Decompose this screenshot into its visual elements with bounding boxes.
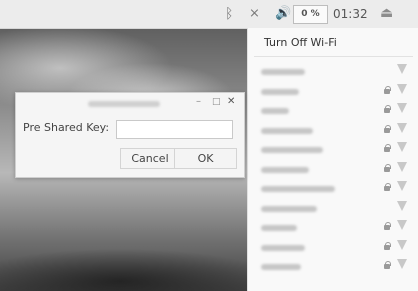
network-name: [261, 225, 297, 231]
eject-icon[interactable]: ⏏: [380, 5, 393, 21]
lock-icon: [384, 124, 391, 133]
cancel-button[interactable]: Cancel: [120, 148, 180, 169]
wifi-network-menu: Turn Off Wi-Fi: [247, 28, 418, 291]
close-button[interactable]: ✕: [227, 96, 235, 108]
menu-separator: [254, 56, 413, 57]
dialog-title: [88, 101, 160, 107]
signal-strength-icon: [397, 161, 407, 172]
maximize-button[interactable]: □: [212, 96, 221, 108]
top-panel: ᛒ ⨯ 🔊 0 % 01:32 ⏏: [0, 0, 418, 29]
ok-button[interactable]: OK: [174, 148, 237, 169]
signal-strength-icon: [397, 200, 407, 211]
network-name: [261, 69, 305, 75]
clock[interactable]: 01:32: [333, 7, 368, 21]
signal-strength-icon: [397, 103, 407, 113]
minimize-button[interactable]: –: [196, 96, 201, 108]
network-name: [261, 88, 299, 95]
psk-input[interactable]: [116, 120, 233, 139]
psk-label: Pre Shared Key:: [23, 121, 110, 134]
bluetooth-icon[interactable]: ᛒ: [225, 6, 233, 22]
signal-strength-icon: [397, 64, 407, 74]
lock-icon: [384, 105, 391, 113]
signal-strength-icon: [397, 239, 407, 250]
volume-icon[interactable]: 🔊: [275, 6, 291, 22]
signal-strength-icon: [397, 220, 407, 230]
network-name: [261, 166, 309, 173]
signal-strength-icon: [397, 181, 407, 191]
wifi-disconnected-icon[interactable]: ⨯: [249, 6, 260, 22]
signal-strength-icon: [397, 83, 407, 94]
network-item[interactable]: [248, 256, 418, 278]
lock-icon: [384, 144, 391, 152]
network-name: [261, 244, 305, 251]
signal-strength-icon: [397, 142, 407, 152]
lock-icon: [384, 85, 391, 94]
lock-icon: [384, 261, 391, 269]
cpu-usage-monitor: 0 %: [293, 5, 328, 24]
network-name: [261, 127, 313, 134]
lock-icon: [384, 183, 391, 191]
network-name: [261, 205, 317, 212]
psk-dialog: – □ ✕ Pre Shared Key: Cancel OK: [15, 92, 245, 178]
lock-icon: [384, 163, 391, 172]
cpu-usage-text: 0 %: [301, 9, 320, 19]
network-name: [261, 108, 289, 114]
lock-icon: [384, 241, 391, 250]
turn-off-wifi-item[interactable]: Turn Off Wi-Fi: [264, 36, 337, 49]
signal-strength-icon: [397, 259, 407, 269]
network-name: [261, 186, 335, 192]
network-name: [261, 264, 301, 270]
lock-icon: [384, 222, 391, 230]
network-name: [261, 147, 323, 153]
signal-strength-icon: [397, 122, 407, 133]
